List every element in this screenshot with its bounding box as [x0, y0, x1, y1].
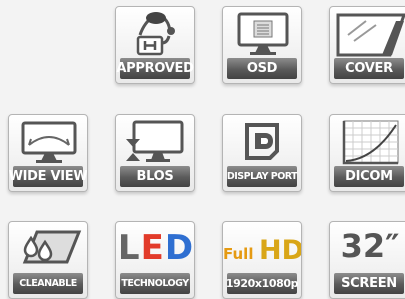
feature-tile-screen: 32″ SCREEN [329, 221, 405, 299]
feature-tile-approved: APPROVED [115, 6, 195, 84]
doctor-approved-icon [116, 7, 194, 61]
feature-tile-dicom: DICOM [329, 114, 405, 192]
feature-label: DISPLAY PORT [227, 166, 298, 187]
blos-icon [116, 115, 194, 169]
feature-tile-display-port: DISPLAY PORT [222, 114, 302, 192]
screen-size-label: 32″ [340, 227, 400, 265]
feature-label: CLEANABLE [13, 273, 83, 294]
feature-label: SCREEN [334, 273, 404, 294]
feature-tile-blos: BLOS [115, 114, 195, 192]
full-hd-icon: Full HD [223, 222, 302, 276]
feature-label: DICOM [334, 166, 404, 187]
feature-label: OSD [227, 58, 297, 79]
led-letter-d: D [164, 228, 195, 268]
cover-icon [330, 7, 405, 61]
led-letter-l: L [117, 228, 141, 268]
displayport-icon [223, 115, 301, 169]
feature-label: WIDE VIEW [9, 166, 87, 187]
feature-label: TECHNOLOGY [120, 273, 190, 294]
feature-label: 1920x1080p [226, 273, 299, 294]
feature-tile-wide-view: WIDE VIEW [8, 114, 88, 192]
feature-tile-cover: COVER [329, 6, 405, 84]
feature-label: COVER [334, 58, 404, 79]
feature-tile-cleanable: CLEANABLE [8, 221, 88, 299]
feature-tile-osd: OSD [222, 6, 302, 84]
cleanable-drops-icon [9, 222, 87, 276]
screen-size-icon: 32″ [330, 222, 405, 276]
feature-label: BLOS [120, 166, 190, 187]
full-label: Full [223, 245, 254, 263]
led-letter-e: E [140, 228, 165, 268]
led-icon: LED [116, 222, 195, 276]
feature-label: APPROVED [116, 58, 194, 79]
feature-tile-full-hd: Full HD 1920x1080p [222, 221, 302, 299]
wide-view-icon [9, 115, 87, 169]
hd-label: HD [259, 235, 302, 266]
feature-tile-led: LED TECHNOLOGY [115, 221, 195, 299]
on-screen-display-icon [223, 7, 301, 61]
dicom-curve-icon [330, 115, 405, 169]
